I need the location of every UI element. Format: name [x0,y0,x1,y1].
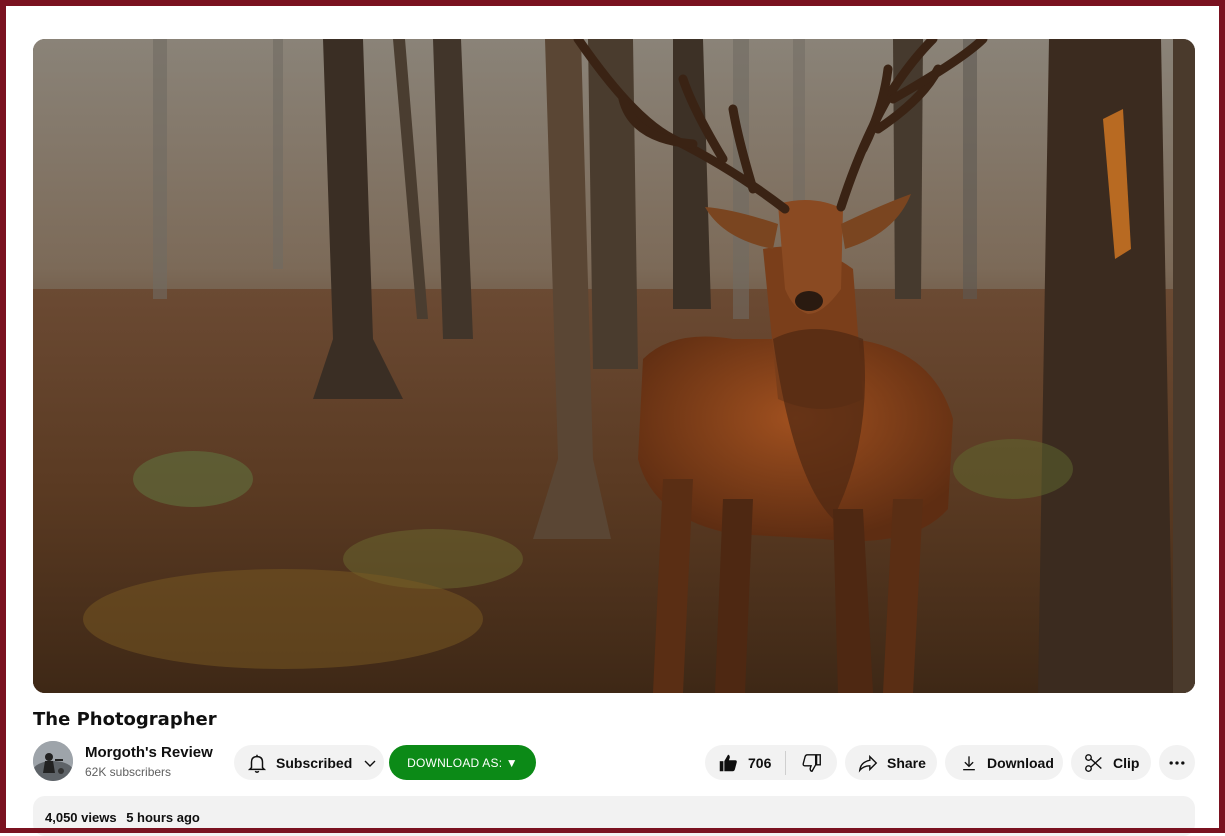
subscribed-button[interactable]: Subscribed [234,745,384,780]
subscribed-label: Subscribed [276,754,353,771]
avatar[interactable] [33,741,73,781]
share-button[interactable]: Share [845,745,937,780]
more-actions-button[interactable] [1159,745,1195,780]
subscriber-count: 62K subscribers [85,764,172,779]
thumbs-up-icon [717,752,739,774]
download-button[interactable]: Download [945,745,1063,780]
channel-owner: Morgoth's Review 62K subscribers [33,741,213,781]
scissors-icon [1083,752,1105,774]
clip-button[interactable]: Clip [1071,745,1151,780]
like-button[interactable]: 706 [705,752,785,774]
like-count: 706 [748,754,772,771]
download-label: Download [987,754,1054,771]
bell-icon [246,752,268,774]
channel-name[interactable]: Morgoth's Review [85,744,213,761]
clip-label: Clip [1113,754,1140,771]
upload-time: 5 hours ago [126,810,200,825]
thumbs-down-icon [801,752,823,774]
like-dislike-bar: 706 [705,745,837,780]
description-box[interactable]: 4,050 views 5 hours ago [33,796,1195,836]
video-meta: 4,050 views 5 hours ago [45,810,200,825]
dislike-button[interactable] [786,752,837,774]
share-label: Share [887,754,926,771]
video-player[interactable] [33,39,1195,693]
chevron-down-icon [362,755,378,771]
more-icon [1167,753,1187,773]
download-as-button[interactable]: DOWNLOAD AS: ▼ [389,745,536,780]
share-icon [857,752,879,774]
video-thumbnail [33,39,1195,693]
download-icon [959,753,979,773]
view-count: 4,050 views [45,810,117,825]
video-title: The Photographer [33,709,217,730]
